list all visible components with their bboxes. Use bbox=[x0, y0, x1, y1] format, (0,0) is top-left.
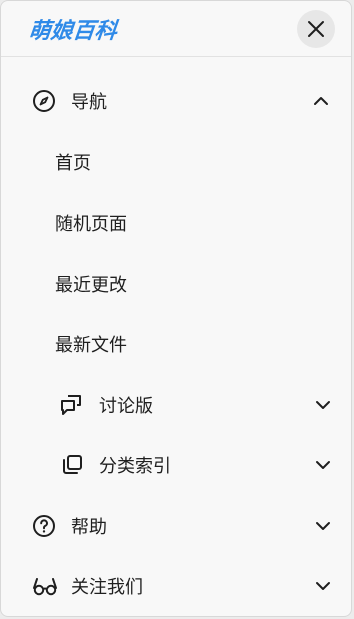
category-icon bbox=[60, 453, 84, 477]
nav-subgroup-category[interactable]: 分类索引 bbox=[1, 445, 351, 485]
chevron-down-icon bbox=[313, 395, 333, 415]
chevron-down-icon bbox=[313, 516, 333, 536]
drawer-header: 萌娘百科 bbox=[1, 1, 351, 57]
help-icon bbox=[32, 514, 56, 538]
nav-link-label: 首页 bbox=[55, 153, 91, 174]
subgroup-label: 讨论版 bbox=[99, 396, 153, 417]
discussion-icon bbox=[59, 393, 83, 417]
navigation-drawer: 萌娘百科 导航 首页 随机页面 最近更改 最新文件 讨论版 分类索引 帮助 关注… bbox=[0, 0, 352, 617]
chevron-down-icon bbox=[313, 455, 333, 475]
nav-link-label: 随机页面 bbox=[55, 214, 127, 235]
nav-link-label: 最新文件 bbox=[55, 335, 127, 356]
nav-link-label: 最近更改 bbox=[55, 275, 127, 296]
nav-section-toggle[interactable]: 导航 bbox=[1, 81, 351, 121]
site-logo[interactable]: 萌娘百科 bbox=[27, 13, 118, 45]
nav-subgroup-discussion[interactable]: 讨论版 bbox=[1, 385, 351, 425]
nav-link-random-page[interactable]: 随机页面 bbox=[1, 203, 351, 243]
chevron-down-icon bbox=[313, 576, 333, 596]
close-button[interactable] bbox=[297, 10, 335, 48]
nav-section-label: 导航 bbox=[71, 92, 107, 113]
section-label: 关注我们 bbox=[71, 577, 143, 598]
compass-icon bbox=[32, 89, 56, 113]
nav-link-home[interactable]: 首页 bbox=[1, 142, 351, 182]
nav-link-new-files[interactable]: 最新文件 bbox=[1, 324, 351, 364]
section-label: 帮助 bbox=[71, 517, 107, 538]
chevron-up-icon bbox=[311, 91, 331, 111]
nav-link-recent-changes[interactable]: 最近更改 bbox=[1, 264, 351, 304]
help-section-toggle[interactable]: 帮助 bbox=[1, 506, 351, 546]
close-icon bbox=[306, 19, 326, 39]
subgroup-label: 分类索引 bbox=[99, 456, 171, 477]
glasses-icon bbox=[32, 574, 58, 598]
follow-us-section-toggle[interactable]: 关注我们 bbox=[1, 566, 351, 606]
